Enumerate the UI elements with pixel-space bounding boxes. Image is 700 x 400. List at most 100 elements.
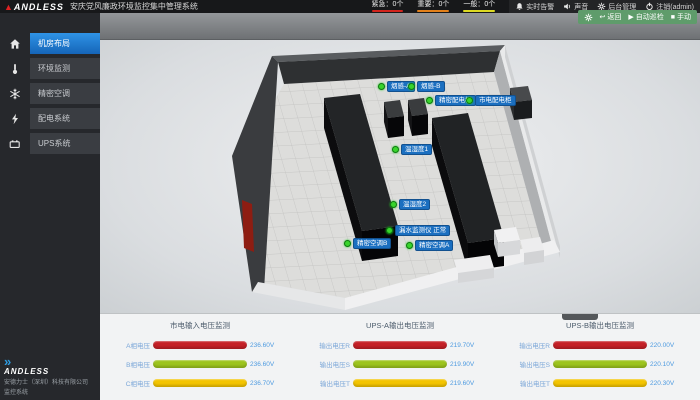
- return-icon: ↩: [600, 13, 606, 21]
- sidebar-item-power-distribution[interactable]: 配电系统: [0, 108, 100, 129]
- company-name: 安德力士（深圳）科技有限公司: [4, 377, 96, 386]
- chart-title: UPS-A输出电压监测: [308, 320, 492, 331]
- sidebar-item-ups-system[interactable]: UPS系统: [0, 133, 100, 154]
- sensor-label-text: 精密空调A: [415, 240, 453, 251]
- chart-title: UPS-B输出电压监测: [508, 320, 692, 331]
- mains-input-voltage-panel: 市电输入电压监测 A相电压 236.60V B相电压 236.60V C相电压 …: [100, 314, 300, 400]
- alarm-major-bar: [417, 10, 449, 12]
- sidebar-item-label: 精密空调: [30, 83, 100, 104]
- bar-value: 220.10V: [650, 361, 692, 368]
- voltage-bar: [553, 360, 647, 368]
- alarm-counter-major: 重要：0个: [417, 1, 449, 12]
- alarm-critical-bar: [372, 10, 404, 12]
- auto-patrol-button[interactable]: ▶ 自动巡检: [628, 12, 663, 22]
- back-button[interactable]: ↩ 返回: [600, 12, 622, 22]
- status-dot-icon: [406, 242, 413, 249]
- sensor-label-precision-ac-a[interactable]: 精密空调A: [406, 240, 453, 251]
- sidebar-item-label: 环境监测: [30, 58, 100, 79]
- bar-label: 输出电压R: [308, 340, 350, 350]
- scene-view-toolbar: ↩ 返回 ▶ 自动巡检 ■ 手动: [578, 10, 698, 24]
- sensor-label-text: 温湿度2: [399, 199, 430, 210]
- sensor-label-temp-humidity-1[interactable]: 温湿度1: [392, 144, 432, 155]
- bar-label: 输出电压R: [508, 340, 550, 350]
- chart-row: 输出电压T 219.60V: [308, 378, 492, 388]
- voltage-bar: [153, 360, 247, 368]
- chevrons-icon: »: [4, 357, 96, 367]
- bar-value: 236.70V: [250, 380, 292, 387]
- footer-logo: ANDLESS: [4, 367, 96, 376]
- chart-row: 输出电压S 219.90V: [308, 359, 492, 369]
- sidebar-item-label: UPS系统: [30, 133, 100, 154]
- battery-icon: [0, 133, 30, 154]
- white-box-front: [498, 240, 520, 257]
- sensor-label-temp-humidity-2[interactable]: 温湿度2: [390, 199, 430, 210]
- status-dot-icon: [392, 146, 399, 153]
- cabinet-front: [514, 100, 532, 120]
- ups-a-output-voltage-panel: UPS-A输出电压监测 输出电压R 219.70V 输出电压S 219.90V …: [300, 314, 500, 400]
- voltage-bar: [553, 379, 647, 387]
- small-cabinet-front: [412, 114, 428, 136]
- bar-value: 236.60V: [250, 342, 292, 349]
- sensor-label-text: 漏水监测仪 正常: [395, 225, 450, 236]
- voltage-charts-bar: 市电输入电压监测 A相电压 236.60V B相电压 236.60V C相电压 …: [100, 313, 700, 400]
- sidebar-item-environment[interactable]: 环境监测: [0, 58, 100, 79]
- chart-row: 输出电压S 220.10V: [508, 359, 692, 369]
- sensor-label-water-leak[interactable]: 漏水监测仪 正常: [386, 225, 450, 236]
- bar-label: A相电压: [108, 340, 150, 350]
- chart-row: 输出电压T 220.30V: [508, 378, 692, 388]
- chart-row: 输出电压R 220.00V: [508, 340, 692, 350]
- bar-value: 236.60V: [250, 361, 292, 368]
- scene-settings-button[interactable]: [584, 13, 593, 22]
- status-dot-icon: [378, 83, 385, 90]
- bar-label: C相电压: [108, 378, 150, 388]
- sensor-label-text: 市电配电柜: [475, 95, 516, 106]
- bar-value: 219.70V: [450, 342, 492, 349]
- page-title: 安庆党风廉政环境监控集中管理系统: [70, 1, 198, 12]
- play-icon: ▶: [628, 13, 633, 21]
- chart-row: A相电压 236.60V: [108, 340, 292, 350]
- alarm-critical-label: 紧急：0个: [372, 1, 404, 9]
- manual-mode-button[interactable]: ■ 手动: [671, 12, 691, 22]
- thermometer-icon: [0, 58, 30, 79]
- voltage-bar: [153, 379, 247, 387]
- home-icon: [0, 33, 30, 54]
- sidebar-menu: 机房布局 环境监测 精密空调 配电系统: [0, 33, 100, 154]
- sidebar-item-label: 机房布局: [30, 33, 100, 54]
- gear-icon: [584, 13, 593, 22]
- bar-value: 220.30V: [650, 380, 692, 387]
- alarm-minor-bar: [463, 10, 495, 12]
- realtime-alarm-label: 实时告警: [526, 2, 554, 12]
- ups-b-output-voltage-panel: UPS-B输出电压监测 输出电压R 220.00V 输出电压S 220.10V …: [500, 314, 700, 400]
- bar-value: 220.00V: [650, 342, 692, 349]
- bar-label: 输出电压S: [308, 359, 350, 369]
- manual-mode-label: 手动: [677, 12, 691, 22]
- sidebar-item-precision-ac[interactable]: 精密空调: [0, 83, 100, 104]
- chart-title: 市电输入电压监测: [108, 320, 292, 331]
- sidebar-footer: » ANDLESS 安德力士（深圳）科技有限公司 监控系统: [0, 357, 100, 396]
- sensor-label-mains-pdu[interactable]: 市电配电柜: [466, 95, 516, 106]
- voltage-bar: [353, 341, 447, 349]
- voltage-bar: [353, 379, 447, 387]
- bar-label: 输出电压S: [508, 359, 550, 369]
- footer-subtitle: 监控系统: [4, 387, 96, 396]
- sensor-label-precision-ac-b[interactable]: 精密空调B: [344, 238, 391, 249]
- sidebar-item-label: 配电系统: [30, 108, 100, 129]
- back-label: 返回: [607, 12, 621, 22]
- status-dot-icon: [390, 201, 397, 208]
- realtime-alarm-button[interactable]: 实时告警: [515, 2, 554, 12]
- sensor-label-smoke-b[interactable]: 烟感-B: [408, 81, 445, 92]
- brand-logo: ▲ANDLESS: [0, 2, 70, 12]
- alarm-counter-critical: 紧急：0个: [372, 1, 404, 12]
- bar-label: 输出电压T: [508, 378, 550, 388]
- bar-label: 输出电压T: [308, 378, 350, 388]
- sidebar-item-room-layout[interactable]: 机房布局: [0, 33, 100, 54]
- auto-patrol-label: 自动巡检: [636, 12, 664, 22]
- alarm-major-label: 重要：0个: [417, 1, 449, 9]
- sensor-label-text: 烟感-B: [417, 81, 445, 92]
- small-cabinet-front: [388, 116, 404, 138]
- status-dot-icon: [386, 227, 393, 234]
- panel-collapse-handle[interactable]: [562, 314, 598, 320]
- voltage-bar: [353, 360, 447, 368]
- status-dot-icon: [426, 97, 433, 104]
- bar-value: 219.90V: [450, 361, 492, 368]
